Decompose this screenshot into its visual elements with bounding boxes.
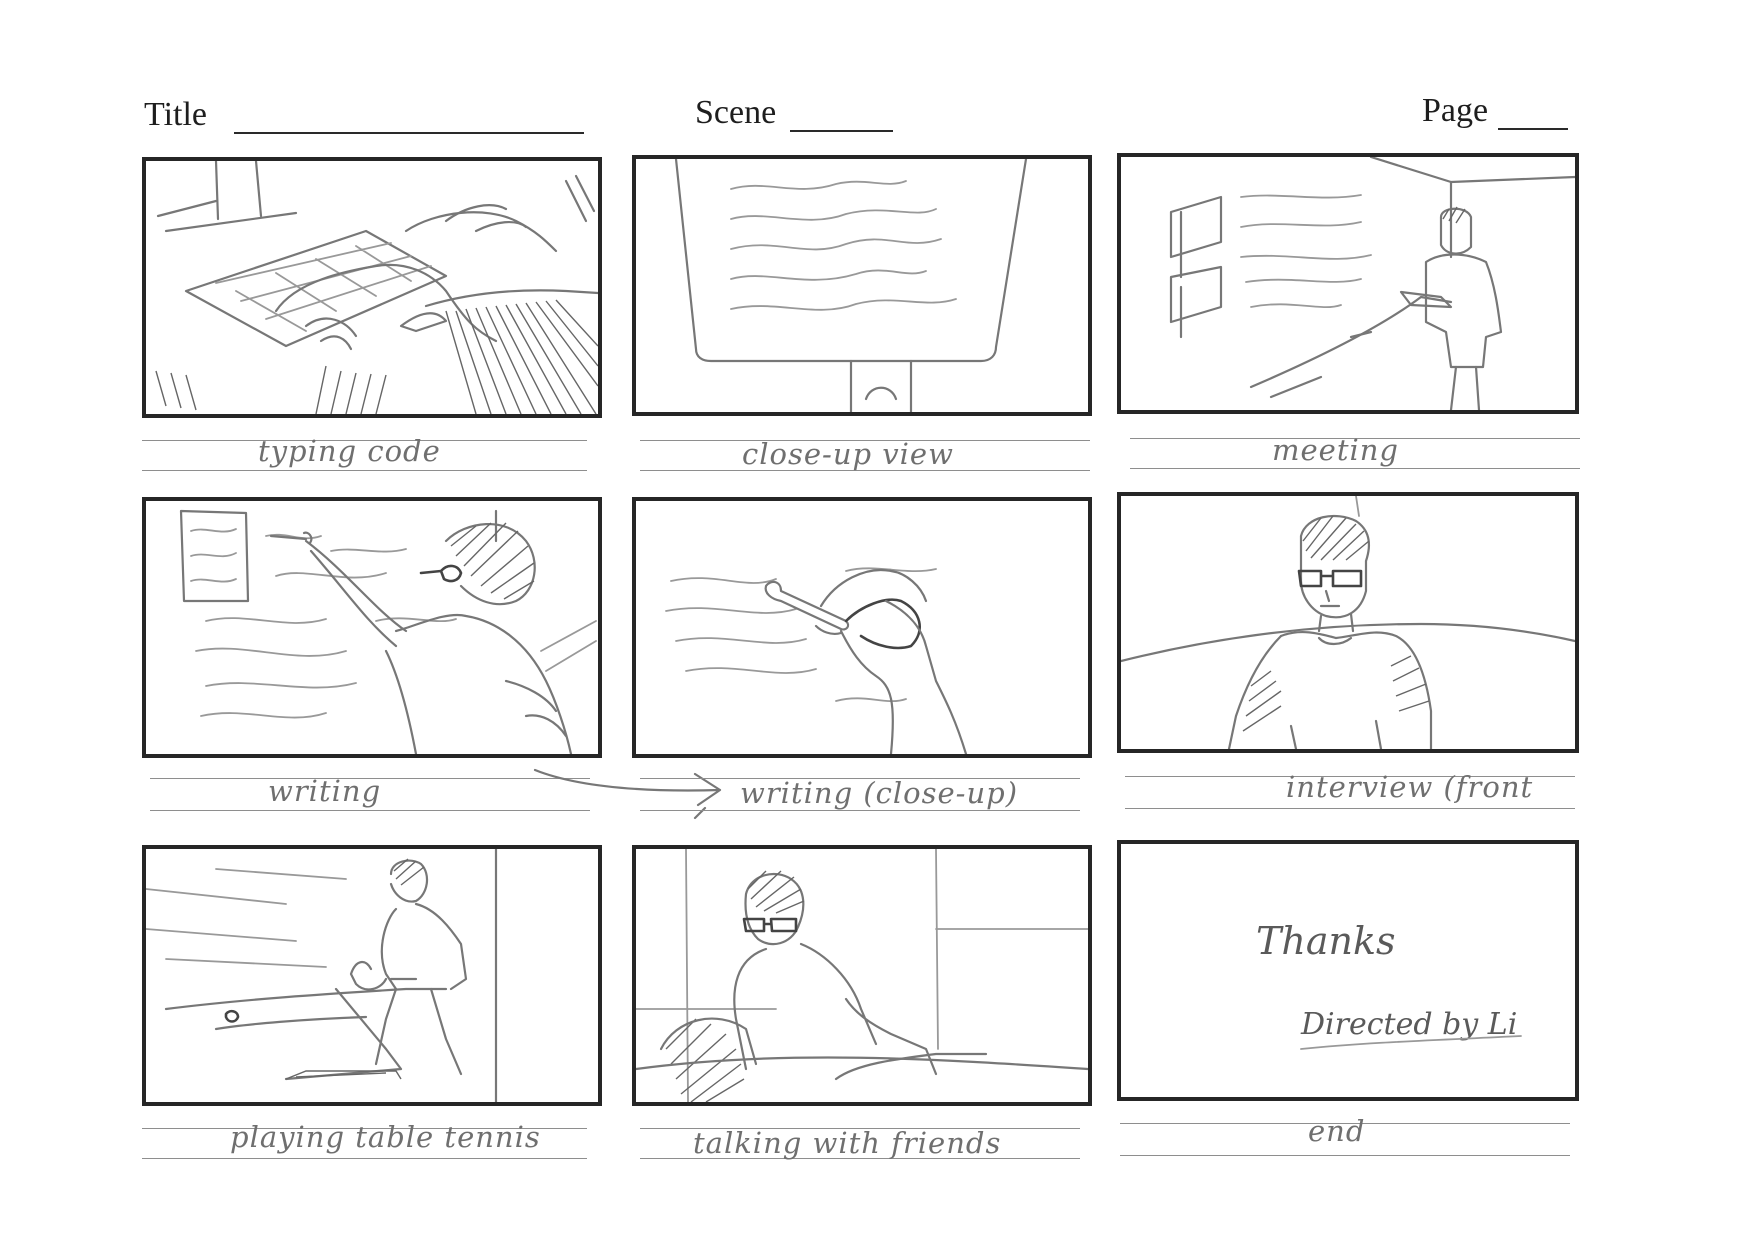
storyboard-panel-4 <box>142 497 602 758</box>
panel-1-caption: typing code <box>258 434 441 468</box>
storyboard-panel-3 <box>1117 153 1579 414</box>
panel-6-sketch <box>1121 496 1575 749</box>
panel-8-caption: talking with friends <box>693 1126 1002 1160</box>
panel-8-sketch <box>636 849 1088 1102</box>
caption-line-bottom-1 <box>142 470 587 471</box>
panel-9-sketch: Thanks Directed by Li <box>1256 919 1522 1050</box>
storyboard-panel-6 <box>1117 492 1579 753</box>
panel-7-caption: playing table tennis <box>230 1120 541 1154</box>
caption-line-bottom-7 <box>142 1158 587 1159</box>
panel-4-caption: writing <box>268 774 382 808</box>
title-blank-line <box>234 132 584 134</box>
storyboard-panel-2 <box>632 155 1092 416</box>
caption-line-bottom-9 <box>1120 1155 1570 1156</box>
thanks-text: Thanks <box>1256 919 1395 963</box>
panel-2-sketch <box>674 159 1028 412</box>
continuation-arrow <box>533 768 722 820</box>
caption-line-bottom-3 <box>1130 468 1580 469</box>
credit-text: Directed by Li <box>1300 1007 1517 1042</box>
panel-3-caption: meeting <box>1272 433 1399 467</box>
panel-3-sketch <box>1169 157 1575 410</box>
panel-9-caption: end <box>1308 1114 1366 1148</box>
panel-1-sketch <box>155 161 598 414</box>
panel-5-caption: writing (close-up) <box>740 776 1019 810</box>
caption-line-bottom-4 <box>150 810 590 811</box>
panel-4-sketch <box>179 509 597 754</box>
caption-line-bottom-6 <box>1125 808 1575 809</box>
scene-blank-line <box>790 130 893 132</box>
caption-line-bottom-5 <box>640 810 1080 811</box>
scene-label: Scene <box>695 94 777 131</box>
storyboard-panel-5 <box>632 497 1092 758</box>
panel-5-sketch <box>665 567 968 754</box>
storyboard-panel-8 <box>632 845 1092 1106</box>
panel-2-caption: close-up view <box>742 437 954 471</box>
storyboard-panel-7 <box>142 845 602 1106</box>
panel-6-caption: interview (front <box>1286 770 1534 804</box>
panel-7-sketch <box>146 849 498 1102</box>
page-label: Page <box>1422 92 1489 129</box>
storyboard-panel-9: Thanks Directed by Li <box>1117 840 1579 1101</box>
storyboard-panel-1 <box>142 157 602 418</box>
page-blank-line <box>1498 128 1568 130</box>
title-label: Title <box>144 96 208 133</box>
